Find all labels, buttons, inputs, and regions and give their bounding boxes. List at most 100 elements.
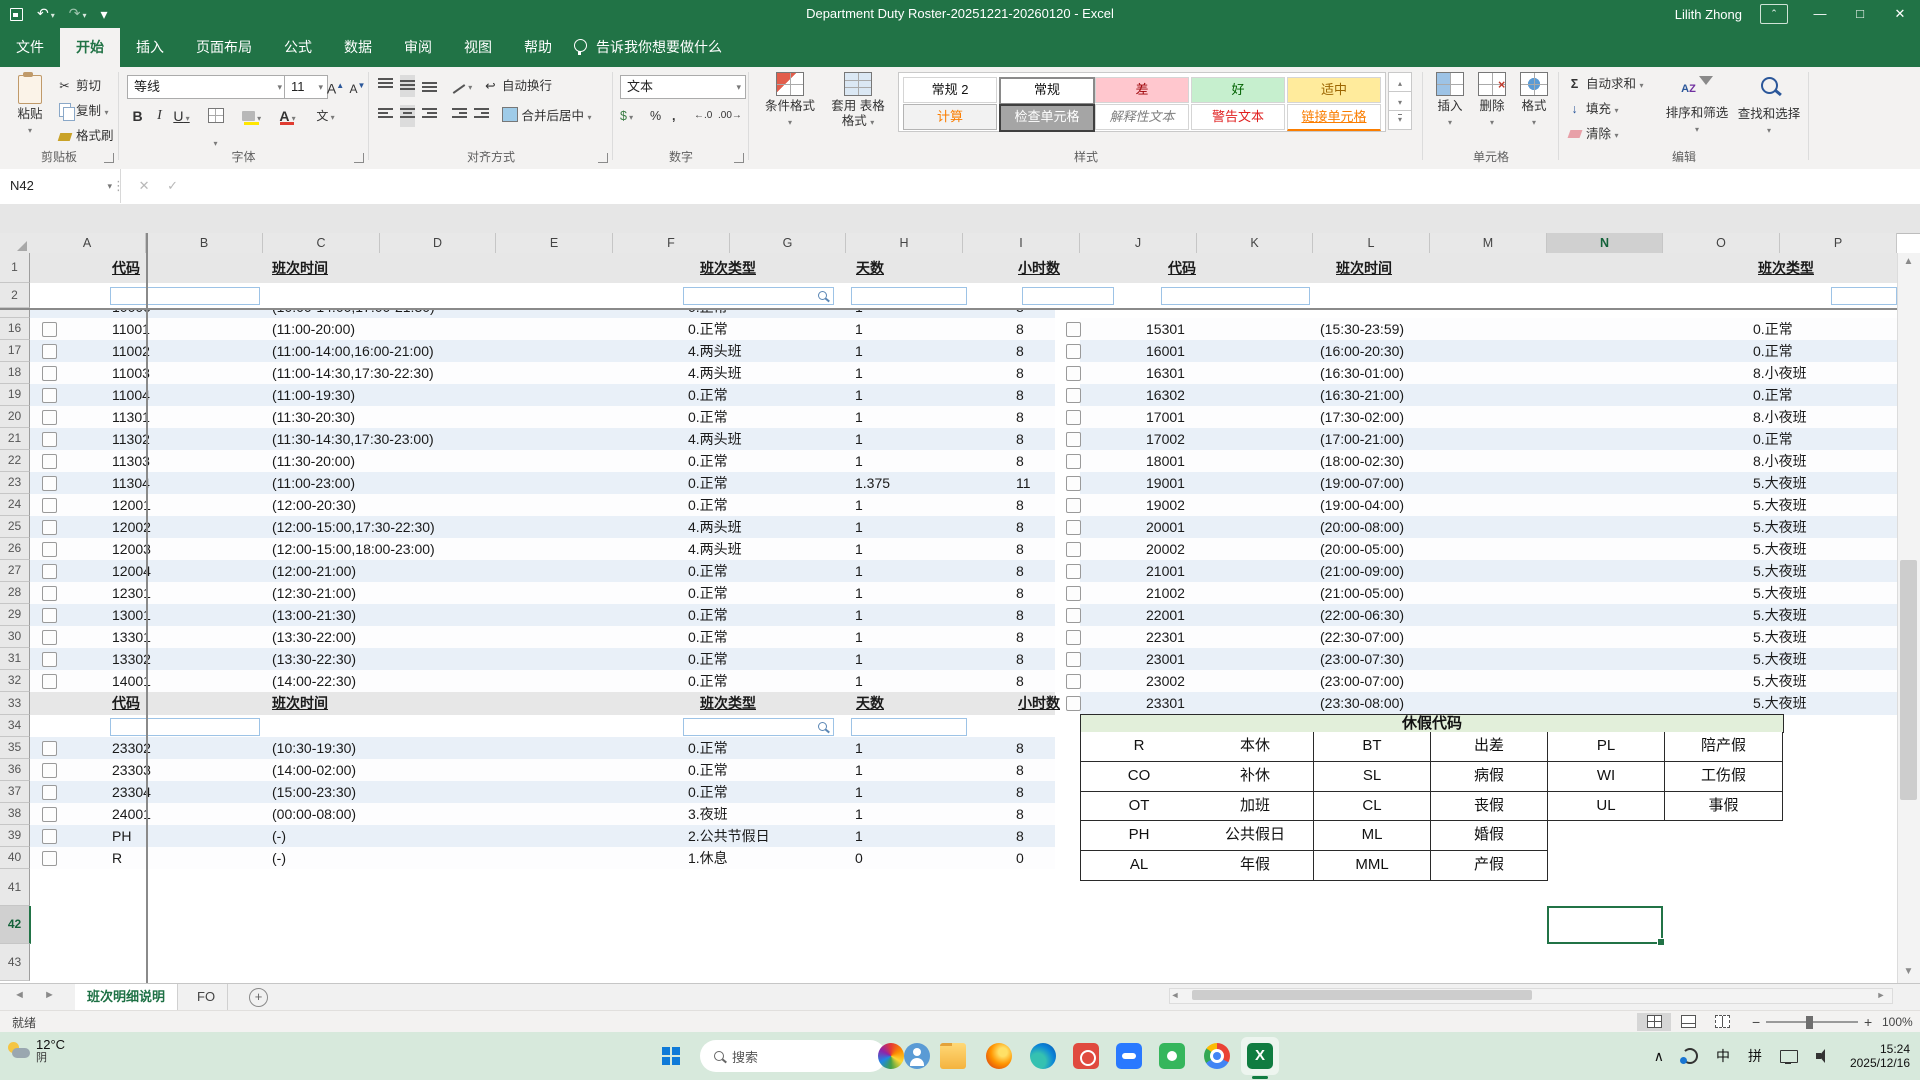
taskbar-app-explorer-icon[interactable]	[940, 1043, 966, 1069]
column-header-I[interactable]: I	[963, 233, 1080, 254]
taskbar-app-colorful-icon[interactable]	[878, 1043, 904, 1069]
row-header-30[interactable]: 30	[0, 626, 30, 648]
page-break-view-button[interactable]	[1705, 1013, 1739, 1031]
row-checkbox[interactable]	[42, 388, 57, 403]
filter-input[interactable]	[851, 287, 967, 305]
row-header-43[interactable]: 43	[0, 944, 30, 981]
row-checkbox[interactable]	[1066, 432, 1081, 447]
row-checkbox[interactable]	[42, 322, 57, 337]
ribbon-tab-帮助[interactable]: 帮助	[508, 28, 568, 67]
row-header-34[interactable]: 34	[0, 715, 30, 737]
column-header-E[interactable]: E	[496, 233, 613, 254]
orientation-button[interactable]: ▾	[452, 75, 472, 97]
taskbar-app-app-blue-icon[interactable]	[1116, 1043, 1142, 1069]
ime-pinyin-icon[interactable]: 拼	[1748, 1046, 1762, 1066]
sort-filter-button[interactable]: AZ 排序和筛选▾	[1662, 72, 1732, 137]
align-top-button[interactable]	[378, 75, 393, 97]
clipboard-dialog-launcher-icon[interactable]	[104, 153, 114, 163]
row-checkbox[interactable]	[42, 763, 57, 778]
row-checkbox[interactable]	[42, 785, 57, 800]
paste-button[interactable]: 粘贴▾	[6, 72, 54, 138]
conditional-formatting-button[interactable]: 条件格式▾	[758, 72, 822, 130]
number-format-select[interactable]: 文本▾	[620, 75, 746, 99]
percent-button[interactable]: %	[650, 105, 661, 127]
gallery-more-icon[interactable]: ▾	[1388, 110, 1412, 130]
row-header-42[interactable]: 42	[0, 906, 31, 944]
wrap-text-button[interactable]: ↩自动换行	[482, 75, 552, 97]
row-checkbox[interactable]	[42, 542, 57, 557]
column-header-M[interactable]: M	[1430, 233, 1547, 254]
filter-input[interactable]	[1161, 287, 1310, 305]
cell-style-链接单元格[interactable]: 链接单元格	[1287, 104, 1381, 131]
gallery-up-icon[interactable]: ▴	[1388, 72, 1412, 92]
row-header-37[interactable]: 37	[0, 781, 30, 803]
fill-button[interactable]: ↓填充 ▾	[1566, 98, 1619, 120]
ribbon-tab-插入[interactable]: 插入	[120, 28, 180, 67]
autosum-button[interactable]: Σ自动求和 ▾	[1566, 73, 1644, 95]
cell-style-常规[interactable]: 常规	[999, 77, 1095, 105]
row-checkbox[interactable]	[1066, 366, 1081, 381]
italic-button[interactable]: I	[149, 105, 170, 127]
row-checkbox[interactable]	[1066, 322, 1081, 337]
taskbar-search[interactable]: 搜索	[700, 1040, 886, 1072]
row-checkbox[interactable]	[1066, 388, 1081, 403]
sheet-nav-left-icon[interactable]: ◄	[14, 989, 25, 1001]
scroll-right-icon[interactable]: ►	[1874, 990, 1888, 1000]
cell-style-检查单元格[interactable]: 检查单元格	[999, 104, 1095, 132]
row-header-33[interactable]: 33	[0, 692, 30, 715]
ribbon-tab-审阅[interactable]: 审阅	[388, 28, 448, 67]
row-header-21[interactable]: 21	[0, 428, 30, 450]
accounting-format-button[interactable]: $ ▾	[620, 105, 633, 127]
cell-style-解释性文本[interactable]: 解释性文本	[1095, 104, 1189, 130]
copy-button[interactable]: 复制 ▾	[56, 100, 109, 122]
filter-input[interactable]	[110, 287, 260, 305]
row-checkbox[interactable]	[1066, 410, 1081, 425]
row-header-1[interactable]: 1	[0, 253, 30, 283]
row-checkbox[interactable]	[1066, 454, 1081, 469]
row-header-31[interactable]: 31	[0, 648, 30, 670]
column-header-D[interactable]: D	[380, 233, 496, 254]
cell-style-警告文本[interactable]: 警告文本	[1191, 104, 1285, 130]
row-checkbox[interactable]	[1066, 476, 1081, 491]
row-checkbox[interactable]	[42, 520, 57, 535]
new-sheet-button[interactable]: +	[249, 988, 268, 1007]
column-header-K[interactable]: K	[1197, 233, 1313, 254]
row-header-23[interactable]: 23	[0, 472, 30, 494]
row-header-26[interactable]: 26	[0, 538, 30, 560]
column-header-L[interactable]: L	[1313, 233, 1430, 254]
column-header-H[interactable]: H	[846, 233, 963, 254]
row-header-19[interactable]: 19	[0, 384, 30, 406]
ribbon-tab-视图[interactable]: 视图	[448, 28, 508, 67]
font-size-select[interactable]: 11▾	[284, 75, 328, 99]
cancel-icon[interactable]: ✕	[139, 178, 150, 193]
row-header-28[interactable]: 28	[0, 582, 30, 604]
start-button[interactable]	[662, 1047, 680, 1065]
row-checkbox[interactable]	[1066, 696, 1081, 711]
row-checkbox[interactable]	[42, 851, 57, 866]
bold-button[interactable]: B	[127, 105, 148, 127]
format-cells-button[interactable]: 格式▾	[1514, 72, 1554, 130]
row-checkbox[interactable]	[42, 564, 57, 579]
row-checkbox[interactable]	[42, 366, 57, 381]
row-checkbox[interactable]	[1066, 674, 1081, 689]
horizontal-scroll-thumb[interactable]	[1192, 990, 1532, 1000]
row-checkbox[interactable]	[1066, 608, 1081, 623]
maximize-button[interactable]: □	[1840, 0, 1880, 28]
align-left-button[interactable]	[378, 105, 393, 127]
cell-style-好[interactable]: 好	[1191, 77, 1285, 103]
filter-input[interactable]	[110, 718, 260, 736]
sheet-tab-班次明细说明[interactable]: 班次明细说明	[75, 984, 178, 1012]
ribbon-display-options-icon[interactable]: ⌃	[1760, 4, 1788, 24]
row-checkbox[interactable]	[42, 498, 57, 513]
row-checkbox[interactable]	[42, 410, 57, 425]
row-header-24[interactable]: 24	[0, 494, 30, 516]
row-header-36[interactable]: 36	[0, 759, 30, 781]
fill-color-button[interactable]: ▾	[241, 105, 262, 127]
row-header-35[interactable]: 35	[0, 737, 30, 759]
grow-font-button[interactable]: A▲	[325, 75, 346, 97]
zoom-slider-thumb[interactable]	[1806, 1016, 1813, 1029]
column-header-N[interactable]: N	[1547, 233, 1663, 255]
shrink-font-button[interactable]: A▼	[347, 75, 368, 97]
gallery-down-icon[interactable]: ▾	[1388, 91, 1412, 111]
ime-language-icon[interactable]: 中	[1716, 1046, 1730, 1066]
